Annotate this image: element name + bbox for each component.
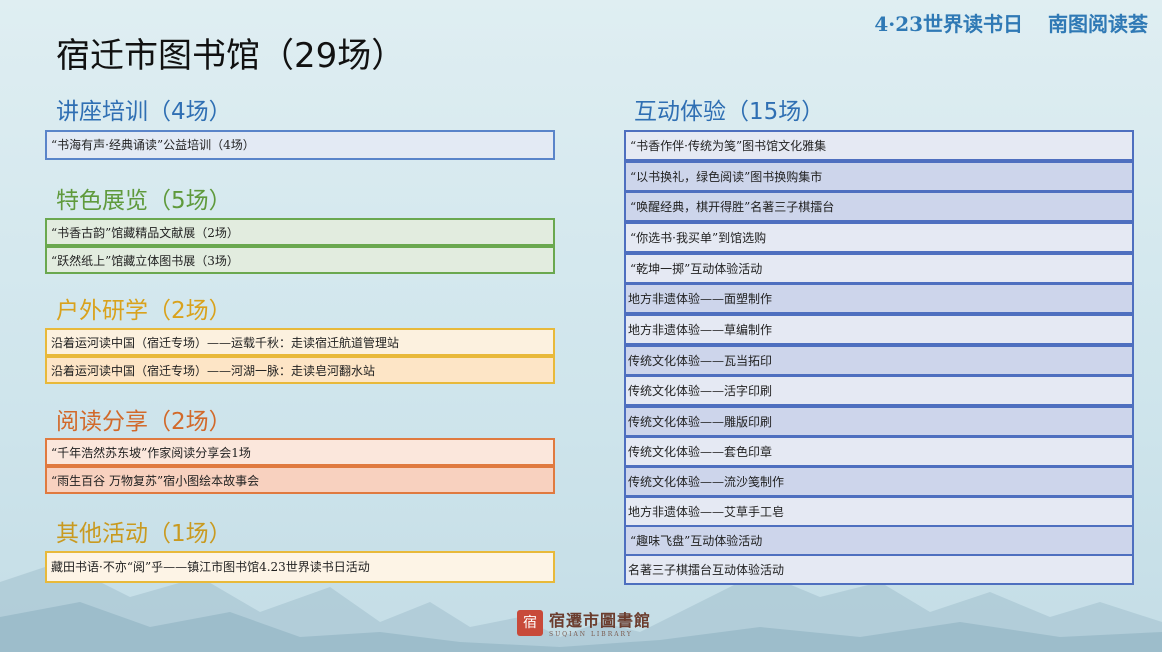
- list-item: 传统文化体验——雕版印刷: [624, 406, 1134, 437]
- list-item: 传统文化体验——套色印章: [624, 436, 1134, 467]
- list-item: “千年浩然苏东坡”作家阅读分享会1场: [45, 438, 555, 466]
- list-item: 传统文化体验——活字印刷: [624, 375, 1134, 406]
- list-item: 名著三子棋擂台互动体验活动: [624, 554, 1134, 585]
- list-item: “你选书·我买单”到馆选购: [624, 222, 1134, 253]
- page-title: 宿迁市图书馆（29场）: [56, 36, 406, 76]
- list-item: 沿着运河读中国（宿迁专场）——运载千秋：走读宿迁航道管理站: [45, 328, 555, 356]
- top-banner: 4·23世界读书日 南图阅读荟: [856, 8, 1148, 37]
- list-item: 沿着运河读中国（宿迁专场）——河湖一脉：走读皂河翻水站: [45, 356, 555, 384]
- library-logo: 宿 宿遷市圖書館 SUQIAN LIBRARY: [517, 607, 651, 638]
- list-item: 传统文化体验——瓦当拓印: [624, 345, 1134, 376]
- list-item: 传统文化体验——流沙笺制作: [624, 466, 1134, 497]
- banner-date-event: 4·23世界读书日: [874, 12, 1024, 36]
- list-item: 藏田书语·不亦“阅”乎——镇江市图书馆4.23世界读书日活动: [45, 551, 555, 583]
- section-title-other: 其他活动（1场）: [56, 521, 232, 547]
- list-item: “以书换礼，绿色阅读”图书换购集市: [624, 161, 1134, 192]
- list-item: “书香古韵”馆藏精品文献展（2场）: [45, 218, 555, 246]
- list-item: “乾坤一掷”互动体验活动: [624, 253, 1134, 284]
- section-title-outdoor: 户外研学（2场）: [56, 298, 232, 324]
- list-item: 地方非遗体验——艾草手工皂: [624, 496, 1134, 527]
- list-item: “趣味飞盘”互动体验活动: [624, 525, 1134, 556]
- banner-brand: 南图阅读荟: [1048, 12, 1148, 36]
- library-name: 宿遷市圖書館: [549, 611, 652, 630]
- list-item: “书香作伴·传统为笺”图书馆文化雅集: [624, 130, 1134, 161]
- section-title-reading-share: 阅读分享（2场）: [56, 409, 232, 435]
- list-item: 地方非遗体验——面塑制作: [624, 283, 1134, 314]
- library-seal-icon: 宿: [517, 609, 543, 636]
- list-item: “唤醒经典，棋开得胜”名著三子棋擂台: [624, 191, 1134, 222]
- section-title-lectures: 讲座培训（4场）: [56, 99, 232, 125]
- list-item: “跃然纸上”馆藏立体图书展（3场）: [45, 246, 555, 274]
- library-name-en: SUQIAN LIBRARY: [549, 631, 633, 638]
- list-item: “书海有声·经典诵读”公益培训（4场）: [45, 130, 555, 160]
- section-title-interactive: 互动体验（15场）: [634, 99, 825, 125]
- list-item: “雨生百谷 万物复苏”宿小图绘本故事会: [45, 466, 555, 494]
- list-item: 地方非遗体验——草编制作: [624, 314, 1134, 345]
- section-title-exhibitions: 特色展览（5场）: [56, 188, 232, 214]
